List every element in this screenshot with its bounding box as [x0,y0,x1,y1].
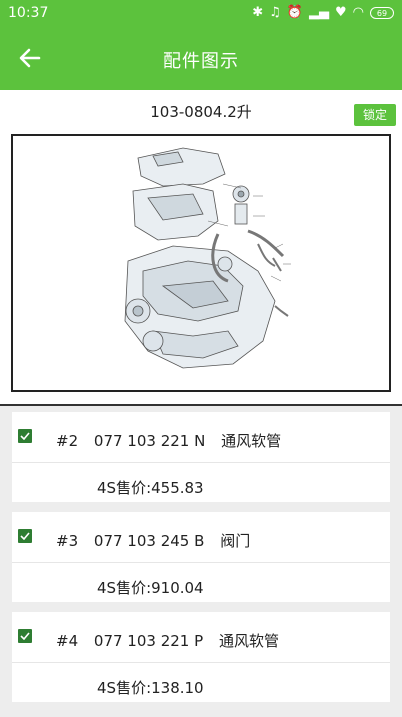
part-summary: #3 077 103 245 B 阀门 [56,530,261,551]
part-number: 077 103 245 B [93,532,205,550]
list-item[interactable]: #2 077 103 221 N 通风软管 4S售价:455.83 [12,412,390,502]
checkmark-icon [20,432,30,440]
part-price: 4S售价:910.04 [97,579,204,597]
app-bar: 配件图示 [0,26,402,90]
alarm-icon: ⏰ [286,5,303,20]
checkmark-icon [20,632,30,640]
checkbox-checked[interactable] [18,429,32,443]
checkbox-checked[interactable] [18,629,32,643]
diagram-area [0,130,402,406]
battery-icon: 69 [370,7,394,19]
page-title: 配件图示 [163,51,239,72]
divider [12,562,390,563]
part-index: #2 [56,432,79,450]
heart-icon: ♥ [335,5,347,20]
status-icons: ✱ ♫ ⏰ ▂▄ ♥ ◠ 69 [252,4,394,22]
lock-button[interactable]: 锁定 [354,104,396,126]
checkmark-icon [20,532,30,540]
part-number: 077 103 221 P [93,632,204,650]
engine-diagram-image [124,147,291,369]
part-name: 通风软管 [218,632,279,650]
part-price: 4S售价:138.10 [97,679,204,697]
model-header: 103-0804.2升 锁定 [0,90,402,130]
mute-icon: ♫ [269,5,281,20]
bluetooth-icon: ✱ [252,5,264,20]
battery-level: 69 [376,8,388,18]
part-number: 077 103 221 N [93,432,206,450]
divider [12,662,390,663]
list-item[interactable]: #3 077 103 245 B 阀门 4S售价:910.04 [12,512,390,602]
part-summary: #2 077 103 221 N 通风软管 [56,430,292,451]
status-bar: 10:37 ✱ ♫ ⏰ ▂▄ ♥ ◠ 69 [0,0,402,26]
part-index: #4 [56,632,79,650]
list-item[interactable]: #4 077 103 221 P 通风软管 4S售价:138.10 [12,612,390,702]
wifi-icon: ◠ [352,5,364,20]
part-index: #3 [56,532,79,550]
parts-diagram[interactable] [11,134,391,392]
part-name: 阀门 [220,532,251,550]
part-price: 4S售价:455.83 [97,479,204,497]
status-time: 10:37 [8,5,49,21]
parts-list: #2 077 103 221 N 通风软管 4S售价:455.83 #3 077… [0,406,402,717]
signal-icon: ▂▄ [309,5,329,20]
part-summary: #4 077 103 221 P 通风软管 [56,630,290,651]
model-label: 103-0804.2升 [150,103,252,121]
part-name: 通风软管 [221,432,282,450]
checkbox-checked[interactable] [18,529,32,543]
divider [12,462,390,463]
